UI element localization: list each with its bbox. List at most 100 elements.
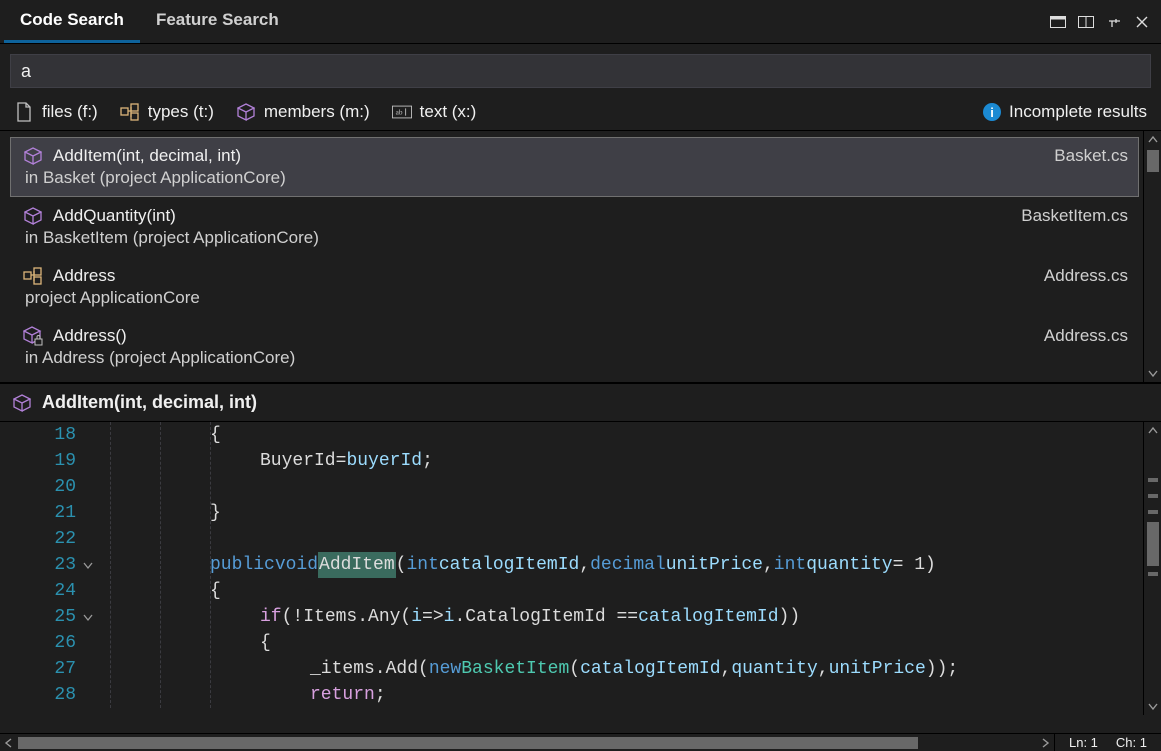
result-title: Address() [53, 326, 127, 346]
cube-icon [23, 206, 43, 226]
filter-members-label: members (m:) [264, 102, 370, 122]
window-view-split-icon[interactable] [1075, 11, 1097, 33]
hscroll-thumb[interactable] [18, 737, 918, 749]
cube-icon [23, 146, 43, 166]
pin-icon[interactable] [1103, 11, 1125, 33]
code-line [100, 526, 1161, 552]
class-icon [23, 266, 43, 286]
preview-header-label: AddItem(int, decimal, int) [42, 392, 257, 413]
code-line: return; [100, 682, 1161, 708]
results-panel: AddItem(int, decimal, int)Basket.csin Ba… [0, 130, 1161, 382]
tab-spacer [295, 0, 1047, 43]
result-item[interactable]: AddQuantity(int)BasketItem.csin BasketIt… [10, 197, 1139, 257]
result-title: Address [53, 266, 115, 286]
results-scrollbar[interactable] [1143, 131, 1161, 382]
statusbar-ch: Ch: 1 [1116, 735, 1147, 750]
preview-header: AddItem(int, decimal, int) [0, 382, 1161, 421]
line-number: 21 [0, 500, 76, 526]
code-line: if (!Items.Any(i => i.CatalogItemId == c… [100, 604, 1161, 630]
fold-glyph-icon[interactable] [82, 611, 96, 625]
result-sub: project ApplicationCore [23, 288, 1128, 308]
tab-feature-search-label: Feature Search [156, 10, 279, 30]
cube-icon [236, 102, 256, 122]
editor: 1819202122232425262728 {BuyerId = buyerI… [0, 421, 1161, 733]
result-sub: in BasketItem (project ApplicationCore) [23, 228, 1128, 248]
class-icon [120, 102, 140, 122]
filter-types[interactable]: types (t:) [120, 102, 214, 122]
result-title: AddQuantity(int) [53, 206, 176, 226]
line-number: 26 [0, 630, 76, 656]
line-number: 28 [0, 682, 76, 708]
statusbar-ln: Ln: 1 [1069, 735, 1098, 750]
hscroll-track[interactable] [18, 734, 1036, 751]
search-row [0, 44, 1161, 94]
overview-mark [1148, 510, 1158, 514]
overview-mark [1148, 494, 1158, 498]
code-line: public void AddItem(int catalogItemId, d… [100, 552, 1161, 578]
line-number: 23 [0, 552, 76, 578]
window-buttons [1047, 0, 1161, 43]
filter-members[interactable]: members (m:) [236, 102, 370, 122]
result-sub: in Basket (project ApplicationCore) [23, 168, 1128, 188]
file-icon [14, 102, 34, 122]
tab-code-search[interactable]: Code Search [4, 0, 140, 43]
tab-feature-search[interactable]: Feature Search [140, 0, 295, 43]
scrollbar-thumb[interactable] [1147, 150, 1159, 172]
overview-mark [1148, 572, 1158, 576]
text-box-icon: ab [392, 102, 412, 122]
code-line: { [100, 630, 1161, 656]
line-number: 25 [0, 604, 76, 630]
scroll-right-icon[interactable] [1036, 734, 1054, 751]
code-line: { [100, 578, 1161, 604]
scroll-up-icon[interactable] [1144, 422, 1161, 440]
scroll-down-icon[interactable] [1144, 697, 1161, 715]
filter-row: files (f:) types (t:) members (m:) ab te… [0, 94, 1161, 130]
editor-hscroll: Ln: 1 Ch: 1 [0, 733, 1161, 751]
code-line [100, 474, 1161, 500]
result-filename: Address.cs [1044, 326, 1128, 346]
code-line: BuyerId = buyerId; [100, 448, 1161, 474]
scrollbar-thumb[interactable] [1147, 522, 1159, 566]
line-number: 22 [0, 526, 76, 552]
incomplete-status: i Incomplete results [983, 102, 1147, 122]
scroll-down-icon[interactable] [1144, 364, 1161, 382]
cube-lock-icon [23, 326, 43, 346]
editor-gutter[interactable]: 1819202122232425262728 [0, 422, 100, 708]
close-icon[interactable] [1131, 11, 1153, 33]
filter-text[interactable]: ab text (x:) [392, 102, 477, 122]
result-item[interactable]: Address() Address.csin Address (project A… [10, 317, 1139, 377]
fold-glyph-icon[interactable] [82, 559, 96, 573]
code-line: { [100, 422, 1161, 448]
incomplete-status-label: Incomplete results [1009, 102, 1147, 122]
scroll-left-icon[interactable] [0, 734, 18, 751]
result-filename: Address.cs [1044, 266, 1128, 286]
line-number: 24 [0, 578, 76, 604]
window-view-single-icon[interactable] [1047, 11, 1069, 33]
filter-files[interactable]: files (f:) [14, 102, 98, 122]
editor-scrollbar[interactable] [1143, 422, 1161, 715]
result-sub: in Address (project ApplicationCore) [23, 348, 1128, 368]
overview-mark [1148, 478, 1158, 482]
code-line: } [100, 500, 1161, 526]
results-list: AddItem(int, decimal, int)Basket.csin Ba… [10, 137, 1139, 377]
tab-code-search-label: Code Search [20, 10, 124, 30]
title-tabs: Code Search Feature Search [0, 0, 1161, 44]
statusbar: Ln: 1 Ch: 1 [1054, 734, 1161, 751]
line-number: 20 [0, 474, 76, 500]
line-number: 27 [0, 656, 76, 682]
search-input[interactable] [10, 54, 1151, 88]
filter-types-label: types (t:) [148, 102, 214, 122]
code-line: _items.Add(new BasketItem(catalogItemId,… [100, 656, 1161, 682]
result-item[interactable]: Address Address.csproject ApplicationCore [10, 257, 1139, 317]
filter-text-label: text (x:) [420, 102, 477, 122]
result-filename: Basket.cs [1054, 146, 1128, 166]
code-pane[interactable]: {BuyerId = buyerId;}public void AddItem(… [100, 422, 1161, 708]
result-title: AddItem(int, decimal, int) [53, 146, 241, 166]
line-number: 19 [0, 448, 76, 474]
cube-icon [12, 393, 32, 413]
scroll-up-icon[interactable] [1144, 131, 1161, 149]
result-item[interactable]: AddItem(int, decimal, int) Basket.csin Ba… [10, 137, 1139, 197]
info-icon: i [983, 103, 1001, 121]
filter-files-label: files (f:) [42, 102, 98, 122]
line-number: 18 [0, 422, 76, 448]
